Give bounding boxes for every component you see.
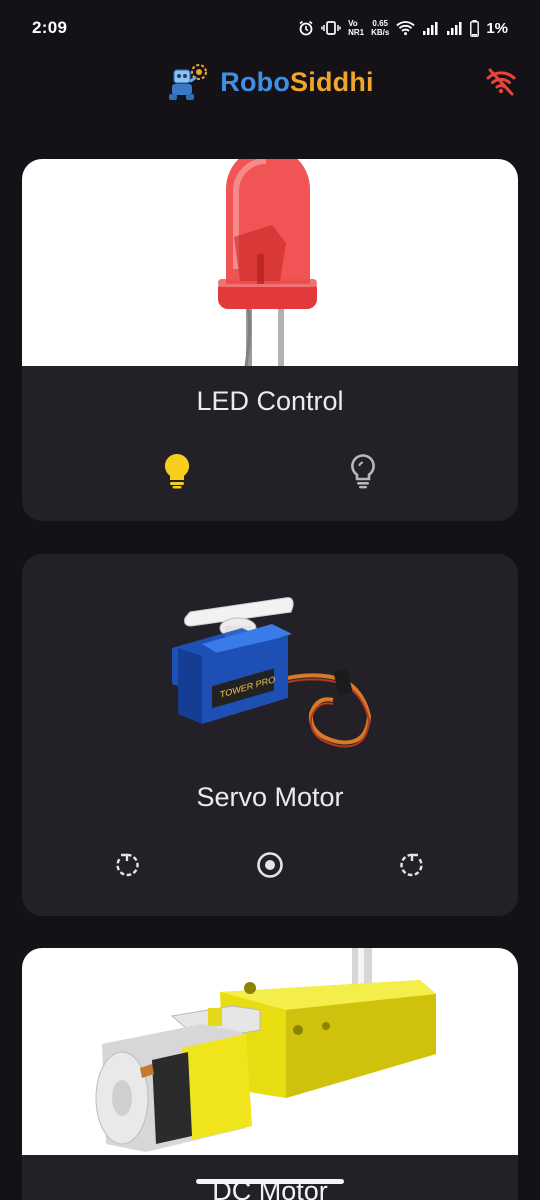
led-off-bulb-icon xyxy=(351,454,375,489)
signal-icon xyxy=(447,21,462,35)
rotate-left-button[interactable] xyxy=(107,843,151,887)
center-position-button[interactable] xyxy=(248,843,292,887)
led-on-bulb-icon xyxy=(164,453,190,489)
wifi-off-icon[interactable] xyxy=(486,68,516,96)
servo-motor-card: TOWER PRO Servo Motor xyxy=(22,554,518,916)
rotate-right-button[interactable] xyxy=(388,843,432,887)
status-bar: 2:09 Vo NR1 0.65 KB/s 1% xyxy=(0,0,540,56)
wifi-icon xyxy=(396,21,415,36)
red-led-image xyxy=(22,159,518,367)
vibrate-icon xyxy=(321,21,341,35)
card-title: Servo Motor xyxy=(196,782,344,812)
speed-unit: KB/s xyxy=(371,28,390,37)
brand-robo: Robo xyxy=(220,66,291,97)
rotate-left-icon xyxy=(116,853,139,877)
status-time: 2:09 xyxy=(32,18,68,37)
volte-indicator: Vo NR1 xyxy=(348,19,364,37)
battery-percent: 1% xyxy=(486,19,508,37)
brand: RoboSiddhi xyxy=(166,62,374,102)
signal-icon xyxy=(423,21,438,35)
led-off-button[interactable] xyxy=(341,449,385,493)
led-control-card: LED Control xyxy=(22,159,518,521)
gesture-navigation-handle[interactable] xyxy=(196,1179,344,1184)
battery-icon xyxy=(470,19,480,37)
app-title: RoboSiddhi xyxy=(220,67,373,98)
rotate-right-icon xyxy=(400,853,423,877)
status-icons: Vo NR1 0.65 KB/s 1% xyxy=(298,19,508,37)
dc-motor-card: DC Motor xyxy=(22,948,518,1200)
volte-top: Vo xyxy=(348,19,358,28)
dc-gear-motor-image xyxy=(22,948,518,1155)
volte-bottom: NR1 xyxy=(348,28,365,37)
card-title: LED Control xyxy=(196,386,344,416)
network-speed: 0.65 KB/s xyxy=(371,19,389,37)
brand-siddhi: Siddhi xyxy=(290,66,374,97)
robot-logo-icon xyxy=(169,64,208,100)
led-on-button[interactable] xyxy=(155,449,199,493)
servo-motor-image: TOWER PRO xyxy=(172,597,372,748)
center-position-icon xyxy=(257,852,283,878)
alarm-icon xyxy=(299,20,313,36)
app-bar: RoboSiddhi xyxy=(0,56,540,108)
speed-value: 0.65 xyxy=(372,19,388,28)
